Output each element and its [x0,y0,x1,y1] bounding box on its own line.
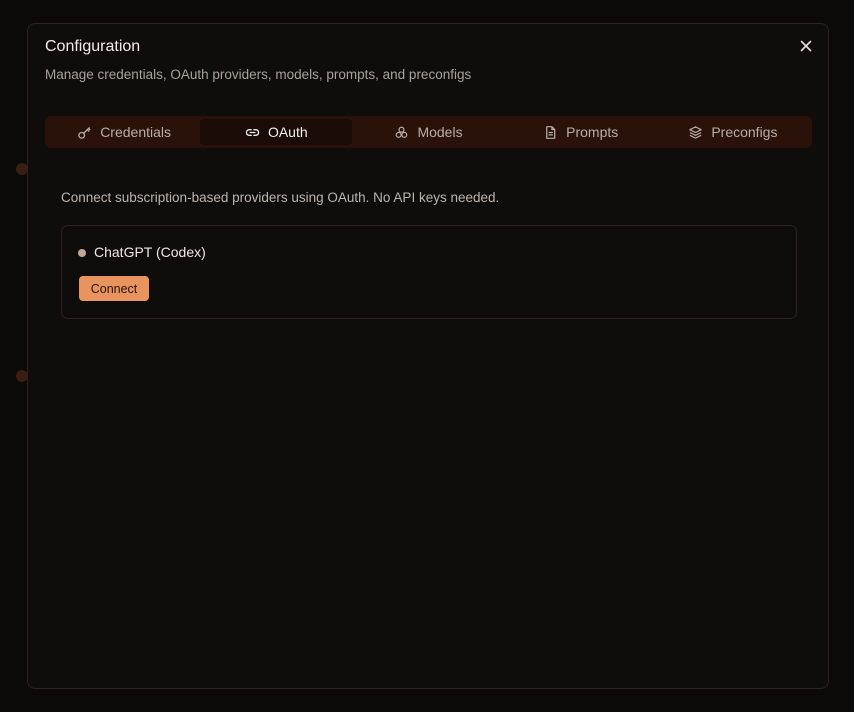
boxes-icon [396,126,408,138]
tab-credentials[interactable]: Credentials [48,119,200,145]
tab-preconfigs[interactable]: Preconfigs [657,119,809,145]
layers-icon [689,125,703,139]
configuration-dialog: Configuration Manage credentials, OAuth … [27,23,829,689]
status-indicator [78,249,86,257]
provider-card: ChatGPT (Codex) Connect [61,225,797,319]
tab-label: OAuth [267,124,308,140]
provider-name: ChatGPT (Codex) [94,244,206,260]
key-icon [78,126,91,139]
tab-oauth[interactable]: OAuth [200,119,353,145]
document-icon [546,125,556,139]
oauth-description: Connect subscription-based providers usi… [61,190,500,205]
tab-label: Preconfigs [711,124,778,140]
connect-button[interactable]: Connect [79,276,149,301]
dialog-subtitle: Manage credentials, OAuth providers, mod… [45,67,472,82]
dialog-title: Configuration [45,38,141,55]
tab-models[interactable]: Models [352,119,504,145]
link-icon [245,128,260,136]
tab-label: Models [417,124,463,140]
close-button[interactable] [798,38,814,54]
tab-label: Prompts [566,124,619,140]
tab-label: Credentials [100,124,172,140]
close-icon [800,40,812,52]
config-tabs: Credentials OAuth Models Prompts Preconf… [45,116,812,148]
tab-prompts[interactable]: Prompts [505,119,657,145]
